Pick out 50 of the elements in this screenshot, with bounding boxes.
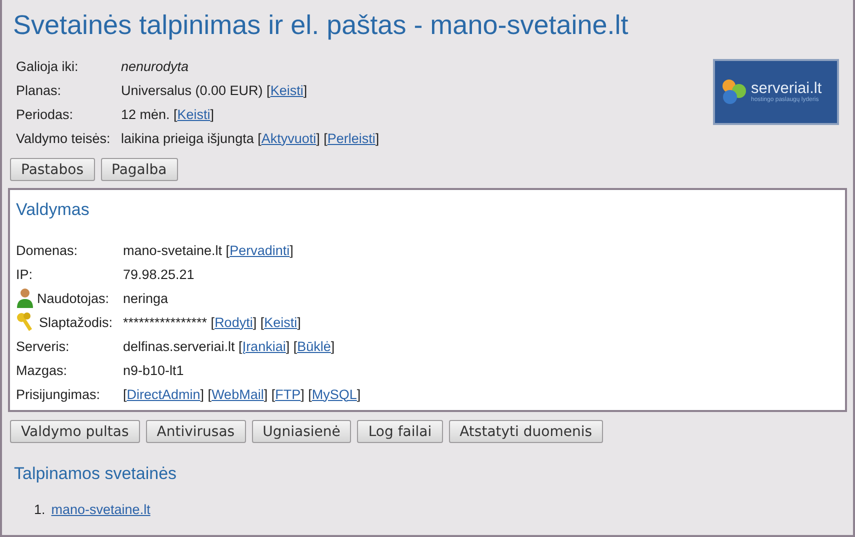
field-label: IP: [16,266,34,282]
field-value: [DirectAdmin] [WebMail] [FTP] [MySQL] [123,386,361,402]
field-label: Galioja iki: [16,58,80,74]
link[interactable]: MySQL [312,386,357,402]
list-number: 1. [34,502,46,517]
field-label: Naudotojas: [37,290,110,306]
field-value: delfinas.serveriai.lt [Įrankiai] [Būklė] [123,338,335,354]
link[interactable]: Būklė [297,338,331,354]
field-value: **************** [Rodyti] [Keisti] [123,314,301,330]
user-icon [16,288,34,308]
button[interactable]: Atstatyti duomenis [448,420,604,443]
page-title: Svetainės talpinimas ir el. paštas - mano-svetaine.lt [13,9,630,42]
link[interactable]: Keisti [264,314,298,330]
field-value: mano-svetaine.lt [Pervadinti] [123,242,294,258]
button[interactable]: Pastabos [10,158,95,181]
link[interactable]: WebMail [212,386,264,402]
field-label: Slaptažodis: [39,314,113,330]
field-label: Mazgas: [16,362,68,378]
logo-name: serveriai.lt [751,81,822,97]
button[interactable]: Log failai [357,420,443,443]
field-label: Domenas: [16,242,79,258]
button[interactable]: Antivirusas [146,420,246,443]
field-value: laikina prieiga išjungta [Aktyvuoti] [Perleisti] [121,130,380,146]
link[interactable]: FTP [275,386,301,402]
field-value: 79.98.25.21 [123,266,194,282]
field-value: nenurodyta [121,58,189,74]
field-label: Periodas: [16,106,74,122]
section-heading: Talpinamos svetainės [14,464,178,484]
field-label: Prisijungimas: [16,386,102,402]
field-value: neringa [123,290,168,306]
link[interactable]: Aktyvuoti [261,130,316,146]
button[interactable]: Ugniasienė [252,420,352,443]
link[interactable]: Keisti [270,82,304,98]
link[interactable]: Pervadinti [230,242,290,258]
circles-icon [721,78,747,106]
link[interactable]: Keisti [177,106,210,122]
link[interactable]: Įrankiai [242,338,286,354]
link[interactable]: DirectAdmin [126,386,200,402]
section-heading: Valdymas [16,199,90,221]
link[interactable]: Perleisti [327,130,376,146]
site-link[interactable]: mano-svetaine.lt [51,502,150,517]
field-value: 12 mėn. [Keisti] [121,106,214,122]
button[interactable]: Pagalba [100,158,178,181]
field-label: Serveris: [16,338,70,354]
button[interactable]: Valdymo pultas [10,420,140,443]
field-label: Valdymo teisės: [16,130,112,146]
field-label: Planas: [16,82,62,98]
field-value: Universalus (0.00 EUR) [Keisti] [121,82,308,98]
field-value: n9-b10-lt1 [123,362,184,378]
link[interactable]: Rodyti [214,314,253,330]
